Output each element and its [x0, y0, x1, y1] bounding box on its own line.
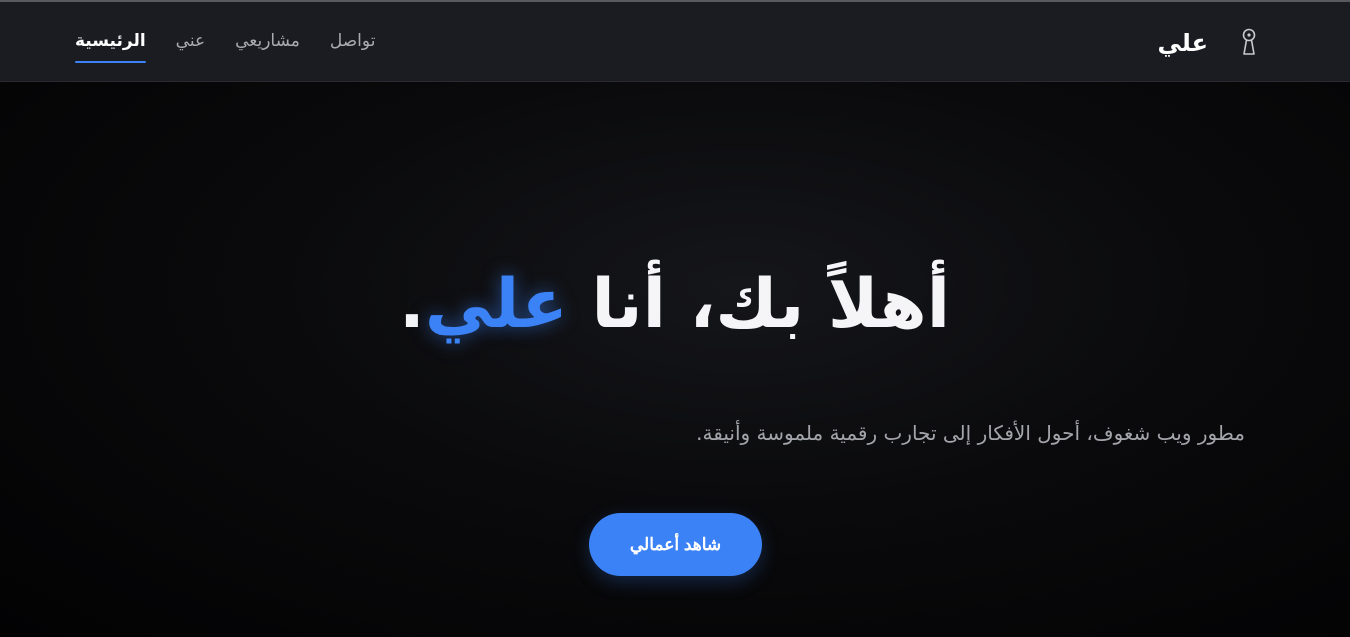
nav-link-projects[interactable]: مشاريعي: [235, 27, 300, 57]
hero-title: أهلاً بك، أنا علي.: [390, 265, 951, 344]
nav-link-contact[interactable]: تواصل: [330, 27, 376, 57]
hero-subtitle: مطور ويب شغوف، أحول الأفكار إلى تجارب رق…: [696, 421, 1245, 445]
hero-title-period: .: [398, 265, 425, 344]
brand[interactable]: علي: [1158, 2, 1260, 82]
main-nav: تواصل مشاريعي عني الرئيسية: [75, 2, 375, 82]
nav-link-home[interactable]: الرئيسية: [75, 27, 146, 63]
view-work-button[interactable]: شاهد أعمالي: [589, 513, 762, 576]
page: علي تواصل مشاريعي عني الرئيسية أهلاً بك،…: [0, 0, 1350, 637]
nav-link-about[interactable]: عني: [176, 27, 205, 57]
keyhole-icon: [1238, 26, 1260, 58]
hero-title-name: علي: [424, 265, 568, 344]
hero-title-greeting: أهلاً بك، أنا: [567, 265, 951, 344]
navbar: علي تواصل مشاريعي عني الرئيسية: [0, 2, 1350, 82]
brand-name: علي: [1157, 29, 1208, 57]
hero-section: أهلاً بك، أنا علي. مطور ويب شغوف، أحول ا…: [0, 83, 1350, 637]
